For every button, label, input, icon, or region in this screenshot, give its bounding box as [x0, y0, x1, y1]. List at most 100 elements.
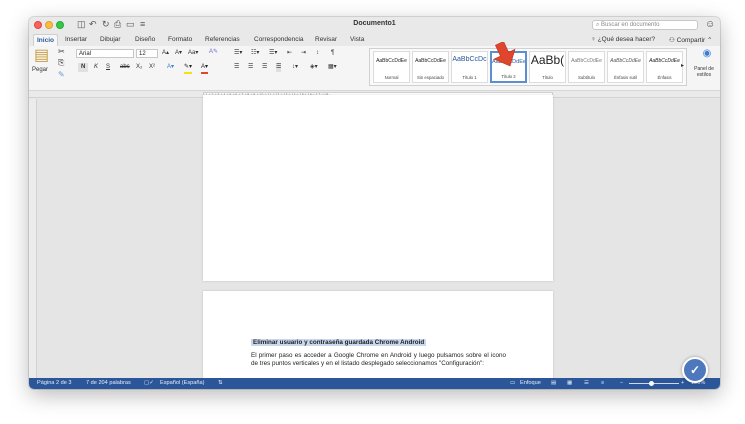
tab-correspondencia[interactable]: Correspondencia [251, 34, 307, 46]
show-marks-icon[interactable]: ¶ [331, 49, 334, 58]
title-bar: ◫ ↶ ↻ ⎙ ▭ ≡ Documento1 ⌕ Buscar en docum… [29, 17, 720, 33]
share-label: Compartir [676, 37, 706, 44]
proofing-icon[interactable]: ▢✓ [144, 378, 154, 389]
document-canvas: Eliminar usuario y contraseña guardada C… [29, 95, 720, 389]
print-layout-icon[interactable]: ▤ [551, 378, 556, 389]
shrink-font-icon[interactable]: A▾ [175, 49, 182, 58]
tab-inicio[interactable]: Inicio [33, 34, 58, 46]
style-sample: AaBbCcDdEe [610, 58, 641, 64]
word-window: ◫ ↶ ↻ ⎙ ▭ ≡ Documento1 ⌕ Buscar en docum… [29, 17, 720, 389]
change-case-icon[interactable]: Aa▾ [188, 49, 198, 58]
align-center-icon[interactable]: ☰ [248, 63, 253, 72]
gallery-expand-icon[interactable]: ▸ [681, 62, 684, 71]
share-button[interactable]: ⚇ Compartir ⌃ [669, 36, 712, 44]
subscript-button[interactable]: X₂ [136, 63, 142, 72]
focus-icon[interactable]: ▭ [510, 378, 515, 389]
word-count[interactable]: 7 de 204 palabras [86, 378, 131, 389]
red-arrow-icon [494, 42, 516, 67]
page-2[interactable]: Eliminar usuario y contraseña guardada C… [203, 291, 553, 389]
add-person-icon: ⚇ [669, 37, 675, 44]
style-name: Título 2 [501, 74, 516, 79]
zoom-slider-knob[interactable] [649, 381, 654, 386]
language-label[interactable]: Español (España) [160, 378, 204, 389]
style-name: Título [542, 75, 553, 80]
numbering-icon[interactable]: ☷▾ [251, 49, 259, 58]
style-sample: AaBbCcDdEe [415, 58, 446, 64]
bullets-icon[interactable]: ☰▾ [234, 49, 242, 58]
draft-view-icon[interactable]: ≡ [601, 378, 604, 389]
focus-label[interactable]: Enfoque [520, 378, 541, 389]
paste-icon[interactable]: ▤ [34, 48, 49, 64]
outline-view-icon[interactable]: ☰ [584, 378, 589, 389]
line-spacing-icon[interactable]: ↕▾ [292, 63, 298, 72]
tell-me-box[interactable]: ♀ ¿Qué desea hacer? [591, 36, 655, 43]
site-logo-badge: ✓ [682, 357, 708, 383]
tell-me-label: ¿Qué desea hacer? [597, 36, 656, 43]
increase-indent-icon[interactable]: ⇥ [301, 49, 306, 58]
search-input[interactable]: ⌕ Buscar en documento [592, 20, 698, 30]
style-sample: AaBbCcDdEe [571, 58, 602, 64]
zoom-slider[interactable] [629, 383, 679, 384]
bold-button[interactable]: N [78, 63, 89, 72]
text-effects-icon[interactable]: A▾ [167, 63, 174, 72]
justify-icon[interactable]: ☰ [276, 63, 282, 72]
zoom-out-icon[interactable]: − [620, 378, 623, 389]
align-left-icon[interactable]: ☰ [234, 63, 239, 72]
strikethrough-button[interactable]: abc [120, 63, 130, 72]
tab-vista[interactable]: Vista [347, 34, 367, 46]
style-enfasis-sutil[interactable]: AaBbCcDdEe Énfasis sutil [607, 51, 644, 83]
zoom-in-icon[interactable]: + [681, 378, 684, 389]
styles-gallery: AaBbCcDdEe Normal AaBbCcDdEe Sin espaciado… [369, 48, 687, 86]
vertical-ruler [29, 99, 37, 378]
superscript-button[interactable]: X² [149, 63, 155, 72]
tab-referencias[interactable]: Referencias [202, 34, 243, 46]
page-count[interactable]: Página 2 de 3 [37, 378, 72, 389]
clear-format-icon[interactable]: A✎ [209, 48, 218, 57]
styles-pane-label[interactable]: Panel de estilos [688, 66, 720, 78]
feedback-smiley-icon[interactable]: ☺ [705, 19, 715, 30]
italic-button[interactable]: K [94, 63, 98, 72]
tab-insertar[interactable]: Insertar [62, 34, 90, 46]
style-subtitulo[interactable]: AaBbCcDdEe Subtítulo [568, 51, 605, 83]
web-layout-icon[interactable]: ▦ [567, 378, 572, 389]
style-normal[interactable]: AaBbCcDdEe Normal [373, 51, 410, 83]
page-1[interactable] [203, 95, 553, 281]
tab-diseno[interactable]: Diseño [132, 34, 158, 46]
style-name: Sin espaciado [417, 75, 444, 80]
format-painter-icon[interactable]: ✎ [58, 70, 65, 79]
sort-icon[interactable]: ↕ [316, 49, 319, 58]
font-size-select[interactable]: 12 [136, 49, 158, 58]
tab-formato[interactable]: Formato [165, 34, 195, 46]
style-titulo[interactable]: AaBb(Título [529, 51, 566, 83]
underline-button[interactable]: S [106, 63, 110, 72]
copy-icon[interactable]: ⎘ [58, 58, 64, 67]
track-changes-icon[interactable]: ⇅ [218, 378, 223, 389]
tab-revisar[interactable]: Revisar [312, 34, 340, 46]
borders-icon[interactable]: ▦▾ [328, 63, 337, 72]
paste-label[interactable]: Pegar [32, 66, 48, 75]
style-name: Subtítulo [578, 75, 595, 80]
lightbulb-icon: ♀ [591, 36, 596, 43]
body-paragraph[interactable]: El primer paso es acceder a Google Chrom… [251, 352, 506, 368]
status-bar: Página 2 de 3 7 de 204 palabras ▢✓ Españ… [29, 378, 720, 389]
ribbon-tabs: Inicio Insertar Dibujar Diseño Formato R… [29, 33, 720, 46]
style-sin-espaciado[interactable]: AaBbCcDdEe Sin espaciado [412, 51, 449, 83]
cut-icon[interactable]: ✂ [58, 47, 65, 56]
grow-font-icon[interactable]: A▴ [162, 49, 169, 58]
style-enfasis[interactable]: AaBbCcDdEe Énfasis [646, 51, 683, 83]
align-right-icon[interactable]: ☰ [262, 63, 267, 72]
shading-icon[interactable]: ◈▾ [310, 63, 318, 72]
style-titulo-1[interactable]: AaBbCcDc Título 1 [451, 51, 488, 83]
font-name-select[interactable]: Arial [76, 49, 134, 58]
style-sample: AaBbCcDdEe [376, 58, 407, 64]
style-sample: AaBbCcDc [452, 56, 487, 63]
decrease-indent-icon[interactable]: ⇤ [287, 49, 292, 58]
styles-pane-icon[interactable]: ◉ [695, 49, 719, 59]
font-color-icon[interactable]: A▾ [201, 63, 209, 74]
tab-dibujar[interactable]: Dibujar [97, 34, 124, 46]
highlight-icon[interactable]: ✎▾ [184, 63, 193, 74]
style-name: Énfasis sutil [614, 75, 637, 80]
style-sample: AaBbCcDdEe [649, 58, 680, 64]
selected-heading[interactable]: Eliminar usuario y contraseña guardada C… [251, 339, 427, 346]
multilevel-list-icon[interactable]: ☰▾ [269, 49, 277, 58]
